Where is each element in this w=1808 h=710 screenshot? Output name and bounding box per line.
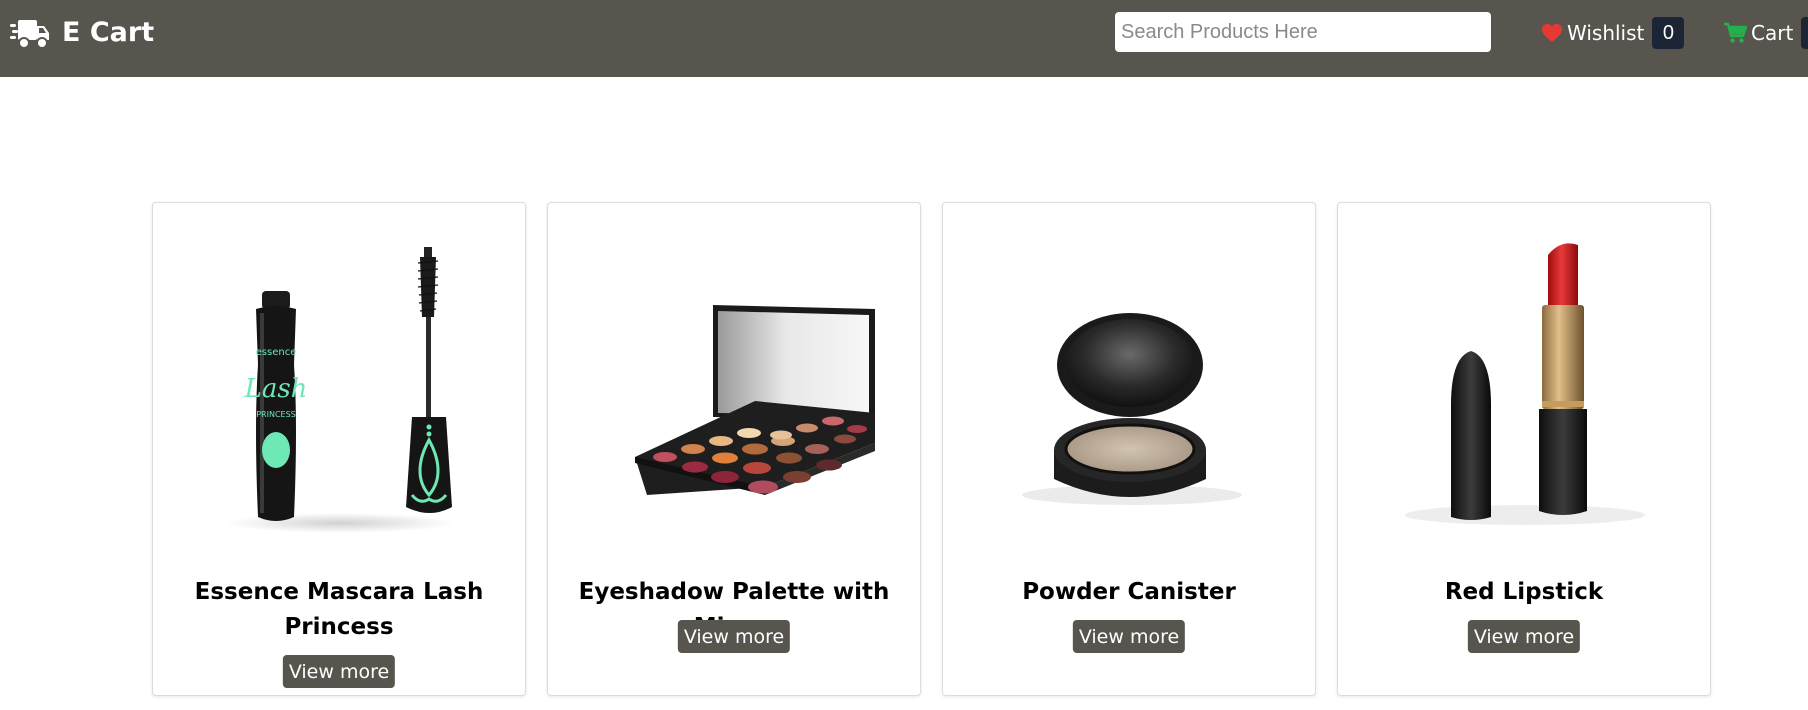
product-card: Red Lipstick View more [1337,202,1711,696]
view-more-button[interactable]: View more [677,620,791,653]
cart-label: Cart [1751,21,1794,45]
view-more-button[interactable]: View more [282,655,396,688]
heart-icon [1542,23,1562,43]
search-input[interactable] [1115,12,1491,52]
svg-text:essence: essence [256,347,297,358]
product-card: Eyeshadow Palette with Mirror View more [547,202,921,696]
product-title: Essence Mascara Lash Princess [194,579,484,640]
cart-icon [1724,22,1747,43]
product-card: essence Lash PRINCESS Essence Mascara La… [152,202,526,696]
brand-title: E Cart [62,16,155,48]
product-title: Powder Canister [1022,579,1236,605]
svg-text:PRINCESS: PRINCESS [256,410,296,419]
view-more-button[interactable]: View more [1072,620,1186,653]
red-lipstick-image [1405,243,1645,525]
product-title: Red Lipstick [1444,579,1604,605]
wishlist-link[interactable]: Wishlist 0 [1541,17,1685,49]
navbar: E Cart Wishlist 0 Cart 0 [0,0,1808,77]
mascara-image: essence Lash PRINCESS [225,247,455,533]
eyeshadow-palette-image [635,305,875,495]
cart-link[interactable]: Cart 0 [1723,17,1808,49]
wishlist-count-badge: 0 [1652,17,1685,49]
powder-compact-image [1022,313,1242,505]
cart-count-badge: 0 [1801,17,1808,49]
brand-link[interactable]: E Cart [10,14,154,50]
product-card: Powder Canister View more [942,202,1316,696]
wishlist-label: Wishlist [1567,21,1645,45]
view-more-button[interactable]: View more [1467,620,1581,653]
truck-icon [10,20,49,49]
svg-text:Lash: Lash [244,374,308,404]
